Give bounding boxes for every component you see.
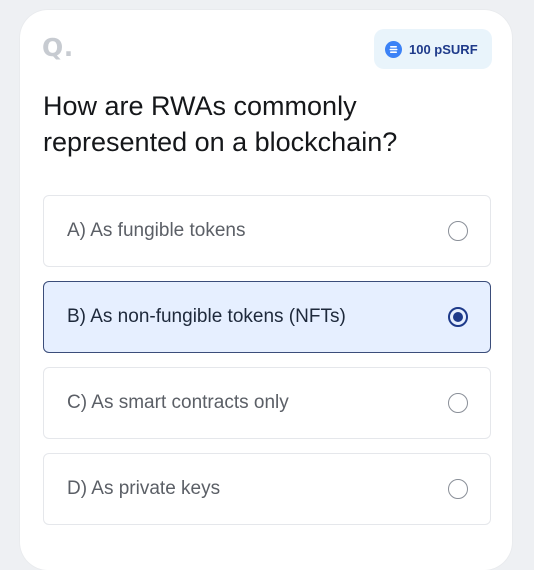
radio-button[interactable] — [448, 393, 468, 413]
question-marker: Q. — [42, 33, 74, 62]
coin-icon — [385, 40, 402, 58]
option-label: B) As non-fungible tokens (NFTs) — [67, 306, 346, 327]
reward-badge: 100 pSURF — [374, 29, 492, 69]
option-d[interactable]: D) As private keys — [43, 453, 491, 525]
reward-amount: 100 pSURF — [409, 41, 478, 57]
option-label: A) As fungible tokens — [67, 220, 246, 241]
radio-button-checked[interactable] — [448, 307, 468, 327]
option-c[interactable]: C) As smart contracts only — [43, 367, 491, 439]
option-label: D) As private keys — [67, 478, 221, 499]
option-label: C) As smart contracts only — [67, 392, 289, 413]
radio-button[interactable] — [448, 479, 468, 499]
question-text: How are RWAs commonly represented on a b… — [43, 91, 398, 157]
radio-button[interactable] — [448, 221, 468, 241]
option-a[interactable]: A) As fungible tokens — [43, 195, 491, 267]
option-b[interactable]: B) As non-fungible tokens (NFTs) — [43, 281, 491, 353]
